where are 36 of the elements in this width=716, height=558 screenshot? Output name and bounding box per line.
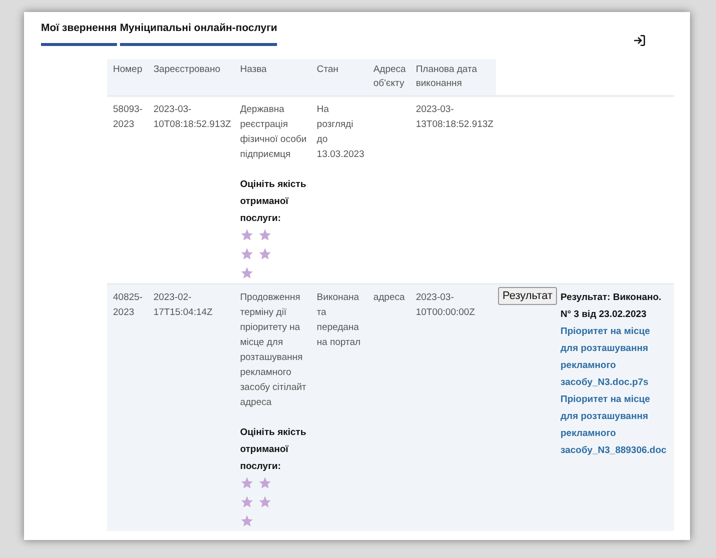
table-cell-text: Державна реєстрація фізичної особи підприємця <box>240 103 308 162</box>
file-link[interactable]: Пріоритет на місце для розташування рекламного засобу_N3.doc.p7s <box>560 323 670 391</box>
column-header: Номер <box>107 59 148 96</box>
column-header: Зареєстровано <box>147 59 234 96</box>
result-status: Результат: Виконано. N° 3 від 23.02.2023 <box>560 291 662 322</box>
star-icon[interactable] <box>240 514 254 528</box>
column-header: Назва <box>234 59 311 96</box>
column-header: Адреса об'єкту <box>367 59 410 96</box>
star-icon[interactable] <box>240 266 254 280</box>
rating-label: Оцініть якість отриманої послуги: <box>240 178 308 226</box>
table-cell: 58093-2023 <box>107 96 148 284</box>
star-icon[interactable] <box>258 476 272 490</box>
column-header: Планова дата виконання <box>410 59 496 96</box>
rating-label: Оцініть якість отриманої послуги: <box>240 426 308 474</box>
tab[interactable]: Мої звернення <box>41 18 117 46</box>
star-icon[interactable] <box>240 228 254 242</box>
table-cell: Виконана та передана на портал <box>310 284 368 531</box>
result-button[interactable]: Результат <box>498 287 556 305</box>
column-header: Стан <box>310 59 368 96</box>
star-icon[interactable] <box>258 495 272 509</box>
tab[interactable]: Муніципальні онлайн-послуги <box>120 18 278 46</box>
star-icon[interactable] <box>240 495 254 509</box>
table-cell: 2023-03-10T00:00:00Z <box>410 284 496 531</box>
star-icon[interactable] <box>240 476 254 490</box>
arrow-into-box-icon[interactable] <box>633 34 646 47</box>
table-cell: адреса <box>373 292 405 303</box>
star-icon[interactable] <box>240 247 254 261</box>
table-cell: 2023-03-10T08:18:52.913Z <box>147 96 234 284</box>
table-cell: 2023-02-17T15:04:14Z <box>147 284 234 531</box>
table-cell: На розгляді до 13.03.2023 <box>310 96 368 284</box>
table-cell: 2023-03-13T08:18:52.913Z <box>410 96 496 284</box>
star-icon[interactable] <box>258 228 272 242</box>
file-link[interactable]: Пріоритет на місце для розташування рекламного засобу_N3_889306.doc <box>560 391 670 459</box>
table-cell: 40825-2023 <box>107 284 148 531</box>
star-icon[interactable] <box>258 247 272 261</box>
table-cell-text: Продовження терміну дії пріоритету на місце для розташування рекламного засобу сітілайт адреса <box>240 291 308 410</box>
